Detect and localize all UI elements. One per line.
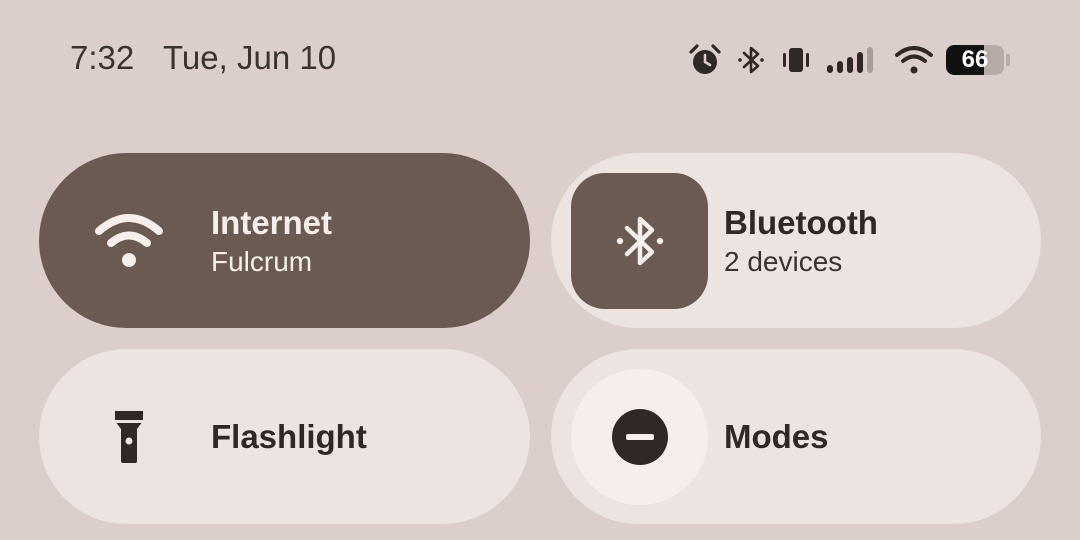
do-not-disturb-icon bbox=[611, 409, 668, 465]
bluetooth-toggle[interactable] bbox=[571, 173, 708, 309]
status-time: 7:32 bbox=[70, 39, 135, 76]
status-icons: 66 bbox=[674, 38, 1010, 82]
bluetooth-icon bbox=[736, 43, 766, 77]
internet-tile-title: Internet bbox=[211, 203, 333, 241]
flashlight-tile-text: Flashlight bbox=[211, 349, 367, 524]
status-date: Tue, Jun 10 bbox=[163, 39, 337, 76]
internet-tile[interactable]: Internet Fulcrum bbox=[39, 153, 530, 328]
flashlight-icon bbox=[91, 399, 167, 475]
vibrate-icon bbox=[780, 43, 812, 77]
modes-tile[interactable]: Modes bbox=[551, 349, 1041, 524]
wifi-icon bbox=[894, 43, 934, 77]
modes-tile-text: Modes bbox=[724, 349, 829, 524]
battery-level: 66 bbox=[961, 46, 989, 73]
bluetooth-tile-title: Bluetooth bbox=[724, 203, 878, 241]
alarm-icon bbox=[688, 43, 722, 77]
bluetooth-tile[interactable]: Bluetooth 2 devices bbox=[551, 153, 1041, 328]
internet-tile-subtitle: Fulcrum bbox=[211, 245, 313, 277]
status-bar: 7:32 Tue, Jun 10 66 bbox=[0, 0, 1080, 120]
modes-tile-title: Modes bbox=[724, 417, 829, 455]
internet-tile-text: Internet Fulcrum bbox=[211, 153, 332, 328]
cell-signal-icon bbox=[826, 43, 880, 77]
flashlight-tile-title: Flashlight bbox=[211, 417, 367, 455]
flashlight-tile[interactable]: Flashlight bbox=[39, 349, 530, 524]
bluetooth-icon bbox=[616, 216, 663, 266]
bluetooth-tile-text: Bluetooth 2 devices bbox=[724, 153, 878, 328]
wifi-icon bbox=[91, 203, 167, 279]
modes-toggle[interactable] bbox=[571, 369, 708, 505]
battery-icon: 66 bbox=[946, 45, 1010, 75]
bluetooth-tile-subtitle: 2 devices bbox=[724, 245, 843, 277]
battery-tip bbox=[1006, 54, 1010, 66]
